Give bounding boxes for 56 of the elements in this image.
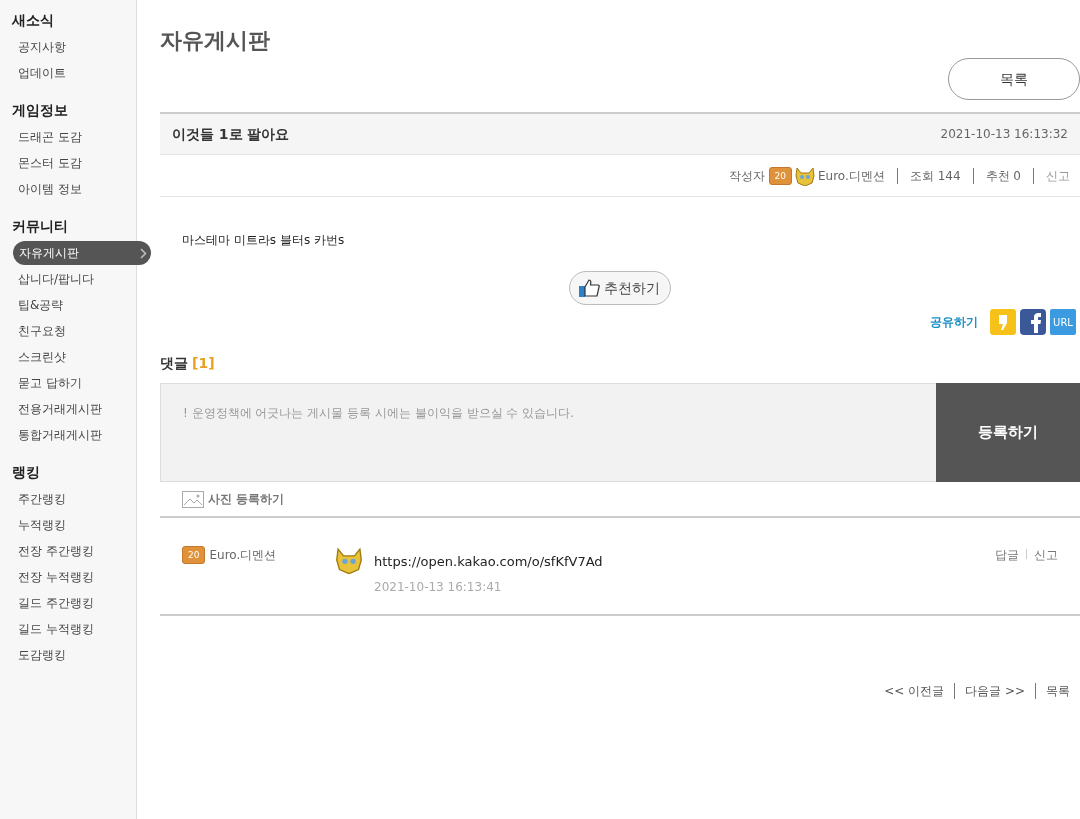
- view-count: 조회 144: [909, 167, 961, 185]
- post-body: 마스테마 미트라s 블터s 카번s: [182, 232, 346, 249]
- post-nav-link[interactable]: 목록: [1046, 682, 1070, 700]
- sidebar-item[interactable]: 통합거래게시판: [0, 422, 136, 448]
- sidebar-item[interactable]: 주간랭킹: [0, 486, 136, 512]
- comment-date: 2021-10-13 16:13:41: [374, 578, 503, 596]
- post-date: 2021-10-13 16:13:32: [940, 126, 1068, 143]
- sidebar-heading: 새소식: [11, 11, 55, 30]
- reply-link[interactable]: 답글: [995, 546, 1019, 564]
- level-badge: 20: [768, 166, 792, 185]
- level-badge: 20: [182, 546, 206, 564]
- comment-count: [1]: [192, 353, 215, 373]
- list-button[interactable]: 목록: [948, 58, 1080, 100]
- comments-heading: 댓글: [160, 353, 188, 373]
- sidebar-heading: 게임정보: [11, 101, 69, 120]
- thumbs-up-icon: [578, 278, 600, 298]
- sidebar-item[interactable]: 공지사항: [0, 34, 136, 60]
- sidebar-item[interactable]: 도감랭킹: [0, 642, 136, 668]
- sidebar-item[interactable]: 친구요청: [0, 318, 136, 344]
- post-title: 이것들 1로 팔아요: [172, 124, 290, 144]
- sidebar-item[interactable]: 몬스터 도감: [0, 150, 136, 176]
- sidebar-item[interactable]: 삽니다/팝니다: [0, 266, 136, 292]
- report-link[interactable]: 신고: [1034, 546, 1058, 564]
- sidebar-item[interactable]: 길드 누적랭킹: [0, 616, 136, 642]
- sidebar-item[interactable]: 누적랭킹: [0, 512, 136, 538]
- sidebar-heading: 랭킹: [11, 463, 41, 482]
- comment-input[interactable]: ! 운영정책에 어긋나는 게시물 등록 시에는 불이익을 받으실 수 있습니다.: [160, 383, 936, 482]
- photo-upload-button[interactable]: 사진 등록하기: [182, 490, 285, 508]
- submit-button[interactable]: 등록하기: [936, 383, 1080, 482]
- author-label: 작성자: [728, 167, 765, 185]
- image-icon: [182, 490, 204, 508]
- creature-avatar-icon: [334, 546, 364, 574]
- sidebar-item[interactable]: 전장 누적랭킹: [0, 564, 136, 590]
- author-name: Euro.디멘션: [818, 167, 885, 185]
- recommend-count: 추천 0: [985, 167, 1021, 185]
- recommend-button[interactable]: 추천하기: [569, 271, 671, 305]
- comment-text: https://open.kakao.com/o/sfKfV7Ad: [374, 553, 604, 571]
- comment-author: Euro.디멘션: [209, 547, 277, 564]
- sidebar-item[interactable]: 아이템 정보: [0, 176, 136, 202]
- sidebar-item[interactable]: 전용거래게시판: [0, 396, 136, 422]
- post-nav-link[interactable]: 다음글 >>: [965, 682, 1025, 700]
- chevron-right-icon: [140, 247, 147, 259]
- sidebar-item[interactable]: 업데이트: [0, 60, 136, 86]
- facebook-share-icon[interactable]: [1020, 309, 1046, 335]
- creature-avatar-icon: [794, 165, 816, 186]
- sidebar-item[interactable]: 팁&공략: [0, 292, 136, 318]
- post-nav-link[interactable]: << 이전글: [884, 682, 945, 700]
- sidebar-item[interactable]: 드래곤 도감: [0, 124, 136, 150]
- sidebar-item[interactable]: 길드 주간랭킹: [0, 590, 136, 616]
- page-title: 자유게시판: [160, 28, 271, 55]
- share-label: 공유하기: [930, 314, 978, 331]
- sidebar-item[interactable]: 묻고 답하기: [0, 370, 136, 396]
- sidebar-item[interactable]: 자유게시판: [13, 241, 151, 265]
- sidebar-item[interactable]: 스크린샷: [0, 344, 136, 370]
- sidebar-heading: 커뮤니티: [11, 217, 69, 236]
- sidebar-item[interactable]: 전장 주간랭킹: [0, 538, 136, 564]
